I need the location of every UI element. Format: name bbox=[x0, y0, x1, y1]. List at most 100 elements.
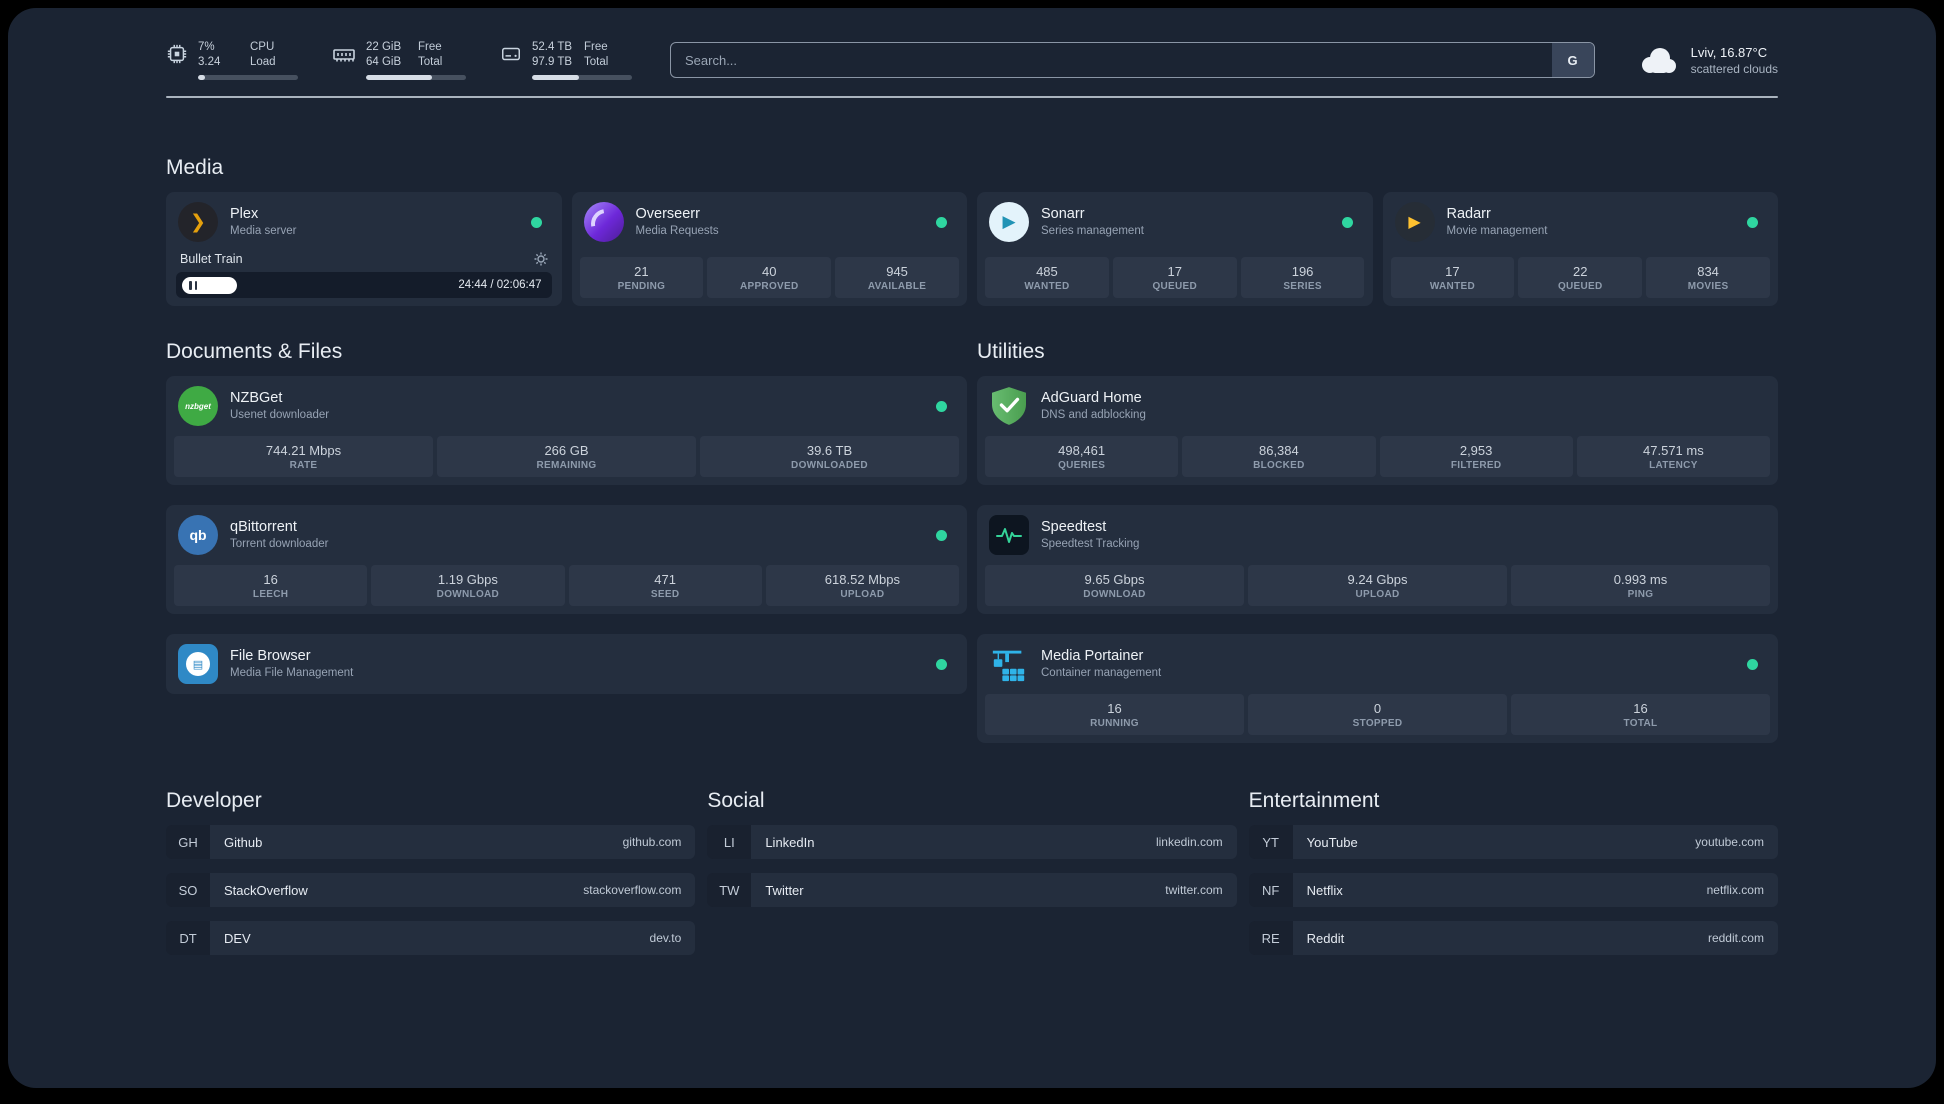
bookmark-twitter[interactable]: TW Twitter twitter.com bbox=[707, 873, 1237, 907]
stat-queued: 22 QUEUED bbox=[1518, 257, 1643, 298]
bookmark-stackoverflow[interactable]: SO StackOverflow stackoverflow.com bbox=[166, 873, 696, 907]
plex-icon: ❯ bbox=[178, 202, 218, 242]
cpu-usage-label: CPU bbox=[250, 41, 275, 53]
stat-pending: 21 PENDING bbox=[579, 257, 704, 298]
disk-free-value: 52.4 TB bbox=[532, 41, 573, 53]
cpu-load-value: 3.24 bbox=[198, 56, 221, 68]
bookmark-abbr: YT bbox=[1248, 825, 1293, 859]
nzbget-icon: nzbget bbox=[178, 386, 218, 426]
service-card-radarr[interactable]: ▶ Radarr Movie management 17 WANTED 22 Q… bbox=[1382, 192, 1778, 306]
bookmark-group-social: Social LI LinkedIn linkedin.com TW Twitt… bbox=[707, 789, 1237, 921]
service-card-adguard[interactable]: AdGuard Home DNS and adblocking 498,461 … bbox=[977, 376, 1778, 485]
bookmark-domain: twitter.com bbox=[1165, 883, 1223, 897]
memory-widget: 22 GiB Free 64 GiB Total bbox=[332, 40, 466, 80]
stat-filtered: 2,953 FILTERED bbox=[1379, 436, 1573, 477]
bookmark-domain: dev.to bbox=[649, 931, 682, 945]
bookmark-name: DEV bbox=[224, 930, 251, 946]
stat-available: 945 AVAILABLE bbox=[835, 257, 959, 298]
bookmark-domain: stackoverflow.com bbox=[583, 883, 682, 897]
bookmark-github[interactable]: GH Github github.com bbox=[166, 825, 696, 859]
disk-icon bbox=[502, 47, 520, 61]
cloud-icon bbox=[1641, 48, 1676, 73]
service-card-qbittorrent[interactable]: qb qBittorrent Torrent downloader 16 LEE… bbox=[166, 505, 967, 614]
service-card-plex[interactable]: ❯ Plex Media server Bullet Train 24:44 /… bbox=[166, 192, 562, 306]
search-input[interactable] bbox=[671, 43, 1552, 77]
qbittorrent-icon: qb bbox=[178, 515, 218, 555]
bookmark-name: Github bbox=[224, 834, 263, 850]
stat-upload: 9.24 Gbps UPLOAD bbox=[1248, 565, 1507, 606]
topbar-divider bbox=[166, 96, 1778, 98]
stat-leech: 16 LEECH bbox=[174, 565, 368, 606]
memory-free-label: Free bbox=[418, 41, 442, 53]
stat-running: 16 RUNNING bbox=[985, 694, 1244, 735]
adguard-shield-icon bbox=[989, 386, 1029, 426]
service-description: Torrent downloader bbox=[230, 538, 329, 550]
bookmark-abbr: SO bbox=[166, 873, 210, 907]
service-card-overseerr[interactable]: Overseerr Media Requests 21 PENDING 40 A… bbox=[571, 192, 967, 306]
service-card-portainer[interactable]: Media Portainer Container management 16 … bbox=[977, 634, 1778, 743]
stat-blocked: 86,384 BLOCKED bbox=[1182, 436, 1376, 477]
disk-widget: 52.4 TB Free 97.9 TB Total bbox=[500, 40, 632, 80]
pause-button[interactable] bbox=[182, 276, 237, 294]
service-name: Speedtest bbox=[1041, 519, 1107, 535]
bookmark-reddit[interactable]: RE Reddit reddit.com bbox=[1248, 921, 1778, 955]
bookmark-linkedin[interactable]: LI LinkedIn linkedin.com bbox=[707, 825, 1237, 859]
bookmark-netflix[interactable]: NF Netflix netflix.com bbox=[1248, 873, 1778, 907]
service-description: Container management bbox=[1041, 667, 1162, 679]
stat-downloaded: 39.6 TB DOWNLOADED bbox=[700, 436, 959, 477]
playback-time: 24:44 / 02:06:47 bbox=[458, 279, 542, 291]
service-description: DNS and adblocking bbox=[1041, 409, 1146, 421]
status-dot bbox=[530, 216, 542, 228]
dashboard-frame: 7% CPU 3.24 Load 22 GiB Free 64 GiB Tota… bbox=[8, 8, 1936, 1088]
bookmark-group-developer: Developer GH Github github.com SO StackO… bbox=[166, 789, 696, 969]
bookmark-domain: github.com bbox=[622, 835, 682, 849]
bookmark-name: Twitter bbox=[765, 882, 804, 898]
dashboard: 7% CPU 3.24 Load 22 GiB Free 64 GiB Tota… bbox=[8, 8, 1936, 1088]
service-name: Sonarr bbox=[1041, 206, 1085, 222]
now-playing-title: Bullet Train bbox=[180, 252, 243, 266]
stat-ping: 0.993 ms PING bbox=[1511, 565, 1770, 606]
service-card-nzbget[interactable]: nzbget NZBGet Usenet downloader 744.21 M… bbox=[166, 376, 967, 485]
stat-approved: 40 APPROVED bbox=[707, 257, 832, 298]
service-card-filebrowser[interactable]: ▤ File Browser Media File Management bbox=[166, 634, 967, 694]
status-dot bbox=[936, 400, 947, 412]
stat-latency: 47.571 ms LATENCY bbox=[1576, 436, 1770, 477]
memory-icon bbox=[333, 49, 355, 62]
cpu-icon bbox=[167, 44, 187, 64]
bookmark-abbr: LI bbox=[707, 825, 752, 859]
stat-queued: 17 QUEUED bbox=[1112, 257, 1237, 298]
weather-widget: Lviv, 16.87°C scattered clouds bbox=[1637, 44, 1778, 77]
gear-icon[interactable] bbox=[534, 252, 548, 266]
overseerr-icon bbox=[583, 202, 624, 242]
media-progress-track[interactable]: 24:44 / 02:06:47 bbox=[176, 272, 552, 298]
stat-seed: 471 SEED bbox=[568, 565, 762, 606]
service-description: Media Requests bbox=[635, 225, 719, 237]
bookmark-domain: linkedin.com bbox=[1155, 835, 1223, 849]
radarr-icon: ▶ bbox=[1394, 202, 1435, 242]
service-card-sonarr[interactable]: ▶ Sonarr Series management 485 WANTED 17… bbox=[977, 192, 1373, 306]
service-description: Movie management bbox=[1446, 225, 1548, 237]
section-title-media: Media bbox=[166, 156, 224, 179]
service-card-speedtest[interactable]: Speedtest Speedtest Tracking 9.65 Gbps D… bbox=[977, 505, 1778, 614]
memory-total-value: 64 GiB bbox=[366, 56, 402, 68]
bookmark-dev[interactable]: DT DEV dev.to bbox=[166, 921, 696, 955]
stat-total: 16 TOTAL bbox=[1511, 694, 1770, 735]
service-name: NZBGet bbox=[230, 390, 283, 406]
memory-free-value: 22 GiB bbox=[366, 41, 402, 53]
status-dot bbox=[936, 529, 947, 541]
section-title-documents: Documents & Files bbox=[166, 340, 343, 363]
search-provider-button[interactable]: G bbox=[1551, 43, 1594, 77]
status-dot bbox=[936, 658, 947, 670]
status-dot bbox=[1747, 216, 1758, 228]
speedtest-icon bbox=[989, 515, 1029, 555]
stat-upload: 618.52 Mbps UPLOAD bbox=[765, 565, 959, 606]
bookmark-group-title: Entertainment bbox=[1248, 789, 1380, 812]
bookmark-youtube[interactable]: YT YouTube youtube.com bbox=[1248, 825, 1778, 859]
section-utilities: Utilities AdGuard Home DNS and adblockin… bbox=[977, 340, 1778, 743]
stat-stopped: 0 STOPPED bbox=[1248, 694, 1507, 735]
service-name: File Browser bbox=[230, 648, 311, 664]
search-bar: G bbox=[670, 42, 1595, 78]
section-media: Media ❯ Plex Media server Bullet Train 2… bbox=[166, 156, 1778, 306]
filebrowser-icon: ▤ bbox=[178, 644, 218, 684]
bookmark-name: Reddit bbox=[1306, 930, 1345, 946]
